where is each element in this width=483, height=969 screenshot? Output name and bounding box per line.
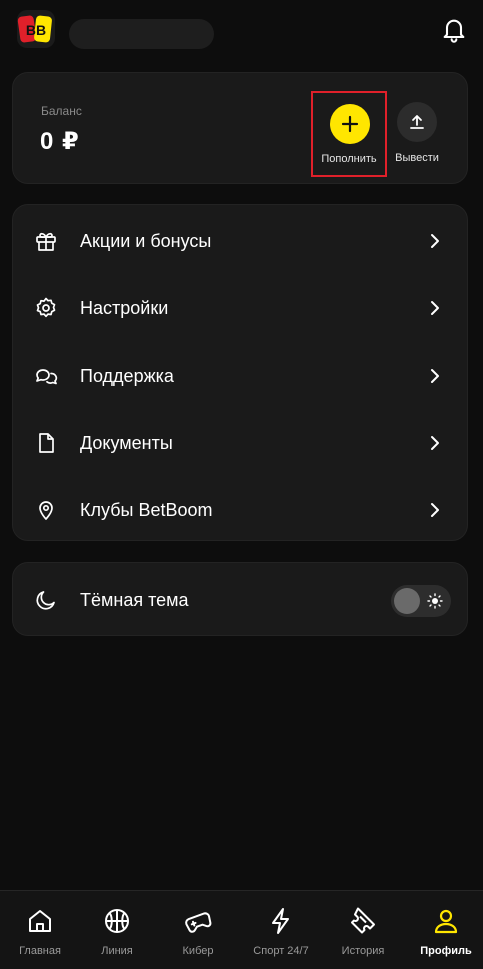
nav-item-label: Линия (101, 945, 133, 957)
menu-card: Акции и бонусы Настройки Поддержка Докум… (12, 204, 468, 541)
withdraw-circle[interactable] (397, 102, 437, 142)
balance-value: 0 ₽ (40, 128, 80, 155)
chevron-right-icon (431, 503, 439, 517)
location-pin-icon (33, 497, 59, 523)
menu-item-label: Поддержка (80, 365, 174, 386)
menu-item-documents[interactable]: Документы (13, 415, 469, 471)
basketball-icon (105, 909, 129, 933)
nav-item-cyber[interactable]: Кибер (158, 891, 238, 969)
chevron-right-icon (431, 301, 439, 315)
nav-item-profile[interactable]: Профиль (406, 891, 483, 969)
dark-theme-label: Тёмная тема (80, 589, 189, 610)
nav-item-line[interactable]: Линия (77, 891, 157, 969)
app-header: BB (0, 0, 483, 62)
menu-item-label: Документы (80, 432, 173, 453)
deposit-label: Пополнить (321, 153, 377, 165)
menu-item-support[interactable]: Поддержка (13, 348, 469, 404)
nav-item-label: Спорт 24/7 (253, 945, 309, 957)
nav-item-label: История (341, 945, 385, 957)
gear-icon (33, 295, 59, 321)
nav-item-label: Профиль (420, 945, 472, 957)
menu-item-settings[interactable]: Настройки (13, 280, 469, 336)
menu-item-clubs[interactable]: Клубы BetBoom (13, 482, 469, 538)
deposit-circle[interactable] (330, 104, 370, 144)
logo-text: BB (26, 22, 46, 38)
logo-icon: BB (17, 15, 52, 43)
upload-icon (410, 115, 424, 129)
nav-item-label: Главная (19, 945, 61, 957)
home-icon (29, 910, 51, 932)
dark-theme-toggle[interactable] (391, 585, 451, 617)
menu-item-promotions[interactable]: Акции и бонусы (13, 213, 469, 269)
toggle-knob (394, 588, 420, 614)
nav-item-label: Кибер (182, 945, 214, 957)
menu-item-label: Акции и бонусы (80, 230, 212, 251)
dark-theme-row: Тёмная тема (13, 572, 469, 628)
chevron-right-icon (431, 436, 439, 450)
gamepad-icon (185, 912, 212, 933)
user-icon (434, 909, 458, 934)
lightning-icon (272, 908, 289, 934)
plus-icon (341, 115, 359, 133)
user-name-placeholder[interactable] (69, 19, 214, 49)
nav-item-history[interactable]: История (323, 891, 403, 969)
menu-item-label: Настройки (80, 297, 169, 318)
ticket-icon (351, 907, 375, 934)
betboom-logo[interactable]: BB (17, 10, 55, 48)
gift-icon (33, 228, 59, 254)
chevron-right-icon (431, 234, 439, 248)
bell-icon[interactable] (440, 16, 468, 44)
deposit-button[interactable]: Пополнить (311, 91, 387, 177)
bottom-nav: Главная Линия Кибер Спорт 24/7 История П… (0, 890, 483, 969)
moon-icon (33, 587, 59, 613)
chevron-right-icon (431, 369, 439, 383)
document-icon (33, 430, 59, 456)
withdraw-button[interactable]: Вывести (382, 102, 452, 172)
nav-item-home[interactable]: Главная (0, 891, 80, 969)
menu-item-label: Клубы BetBoom (80, 499, 213, 520)
chat-icon (33, 363, 59, 389)
sun-icon (427, 593, 443, 609)
nav-item-sport247[interactable]: Спорт 24/7 (241, 891, 321, 969)
balance-card: Баланс 0 ₽ Пополнить Вывести (12, 72, 468, 184)
theme-card: Тёмная тема (12, 562, 468, 636)
balance-label: Баланс (41, 104, 82, 118)
withdraw-label: Вывести (395, 152, 439, 164)
